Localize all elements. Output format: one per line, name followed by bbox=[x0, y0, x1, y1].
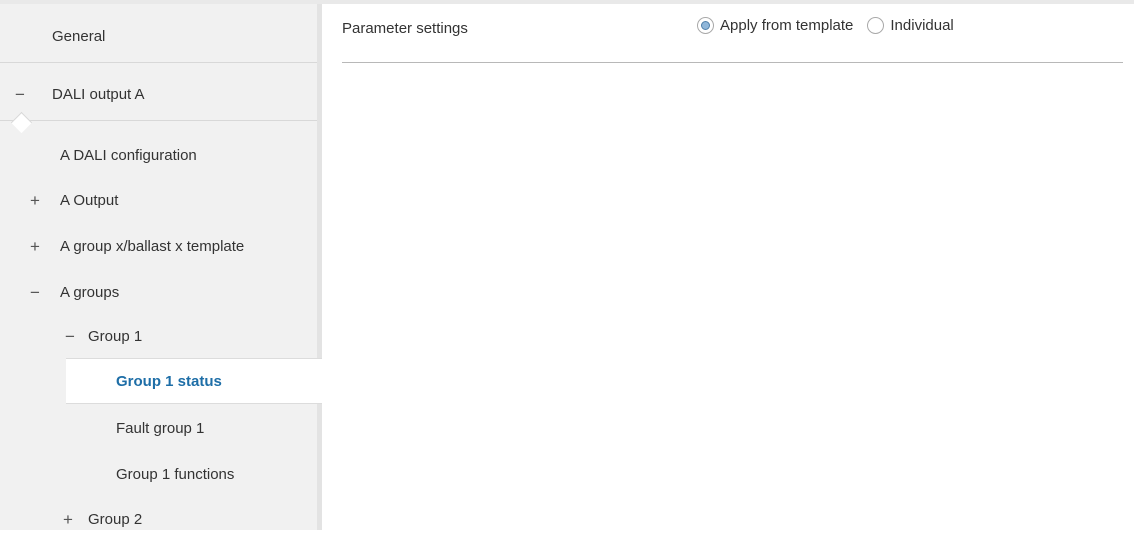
radio-apply-from-template[interactable]: Apply from template bbox=[697, 17, 853, 34]
expand-icon[interactable]: + bbox=[61, 511, 75, 528]
collapse-icon[interactable]: − bbox=[63, 328, 77, 345]
sidebar-item-group-1-status[interactable]: Group 1 status bbox=[66, 358, 322, 404]
parameter-radio-group: Apply from template Individual bbox=[697, 17, 954, 34]
sidebar-item-label: Group 1 bbox=[88, 327, 143, 345]
radio-label: Individual bbox=[890, 17, 954, 34]
parameter-label: Parameter settings bbox=[342, 20, 468, 37]
sidebar: General − DALI output A A DALI configura… bbox=[0, 4, 322, 530]
radio-individual[interactable]: Individual bbox=[867, 17, 954, 34]
sidebar-item-label: Group 1 functions bbox=[116, 465, 235, 483]
sidebar-item-general[interactable]: General bbox=[0, 13, 317, 59]
sidebar-item-label: A groups bbox=[60, 283, 120, 301]
sidebar-item-dali-output[interactable]: − DALI output A bbox=[0, 71, 317, 117]
collapse-icon[interactable]: − bbox=[13, 86, 27, 103]
radio-checked-icon[interactable] bbox=[697, 17, 714, 34]
separator bbox=[0, 120, 317, 121]
sidebar-item-group-1[interactable]: − Group 1 bbox=[0, 313, 317, 359]
sidebar-item-group-2[interactable]: + Group 2 bbox=[0, 496, 317, 542]
sidebar-item-label: A DALI configuration bbox=[60, 146, 197, 164]
sidebar-item-label: DALI output A bbox=[52, 85, 145, 103]
sidebar-item-a-output[interactable]: + A Output bbox=[0, 177, 317, 223]
radio-unchecked-icon[interactable] bbox=[867, 17, 885, 34]
collapse-icon[interactable]: − bbox=[28, 284, 42, 301]
sidebar-item-a-group-template[interactable]: + A group x/ballast x template bbox=[0, 223, 317, 269]
sidebar-item-label: A group x/ballast x template bbox=[60, 237, 245, 255]
expand-icon[interactable]: + bbox=[28, 238, 42, 255]
sidebar-item-label: A Output bbox=[60, 191, 119, 209]
sidebar-item-a-groups[interactable]: − A groups bbox=[0, 269, 317, 315]
sidebar-item-label: Group 2 bbox=[88, 510, 143, 528]
sidebar-item-group-1-functions[interactable]: Group 1 functions bbox=[0, 451, 317, 497]
expand-icon[interactable]: + bbox=[28, 192, 42, 209]
sidebar-item-label: Fault group 1 bbox=[116, 419, 205, 437]
sidebar-item-a-dali-configuration[interactable]: A DALI configuration bbox=[0, 132, 317, 178]
divider bbox=[342, 62, 1123, 63]
sidebar-item-label: Group 1 status bbox=[116, 372, 222, 390]
separator bbox=[0, 62, 317, 63]
sidebar-item-label: General bbox=[52, 27, 106, 45]
sidebar-item-fault-group-1[interactable]: Fault group 1 bbox=[0, 405, 317, 451]
radio-label: Apply from template bbox=[720, 17, 854, 34]
